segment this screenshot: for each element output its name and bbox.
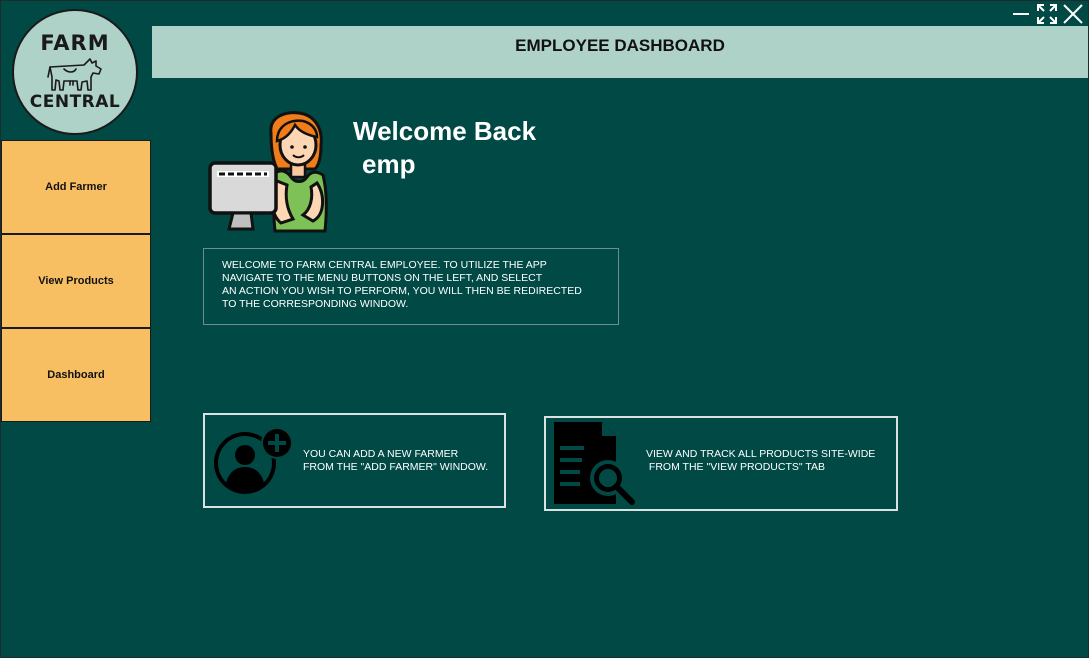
minimize-icon[interactable] xyxy=(1010,3,1032,25)
card-line: YOU CAN ADD A NEW FARMER xyxy=(303,448,459,460)
welcome-username: emp xyxy=(362,149,416,179)
logo-text-central: CENTRAL xyxy=(29,92,121,112)
instructions-panel: WELCOME TO FARM CENTRAL EMPLOYEE. TO UTI… xyxy=(203,248,619,325)
view-products-card-text: VIEW AND TRACK ALL PRODUCTS SITE-WIDE FR… xyxy=(646,448,875,474)
instruction-line: TO THE CORRESPONDING WINDOW. xyxy=(222,298,409,310)
instruction-line: AN ACTION YOU WISH TO PERFORM, YOU WILL … xyxy=(222,285,582,297)
logo-text-farm: FARM xyxy=(40,31,110,55)
add-farmer-card-text: YOU CAN ADD A NEW FARMER FROM THE "ADD F… xyxy=(303,448,488,474)
add-farmer-card[interactable]: YOU CAN ADD A NEW FARMER FROM THE "ADD F… xyxy=(203,413,506,508)
window-controls xyxy=(1010,3,1084,25)
cow-icon xyxy=(47,58,102,91)
welcome-greeting: Welcome Back xyxy=(353,116,537,146)
card-line: FROM THE "ADD FARMER" WINDOW. xyxy=(303,461,489,473)
view-products-card[interactable]: VIEW AND TRACK ALL PRODUCTS SITE-WIDE FR… xyxy=(544,416,898,511)
card-line: VIEW AND TRACK ALL PRODUCTS SITE-WIDE xyxy=(646,448,876,460)
sidebar-item-view-products[interactable]: View Products xyxy=(1,234,151,328)
header-bar: EMPLOYEE DASHBOARD xyxy=(152,26,1088,78)
app-window: FARM CENTRAL Add Farmer View Products Da… xyxy=(0,0,1089,658)
close-icon[interactable] xyxy=(1062,3,1084,25)
card-line: FROM THE "VIEW PRODUCTS" TAB xyxy=(646,461,825,473)
sidebar: Add Farmer View Products Dashboard xyxy=(1,140,151,422)
document-search-icon xyxy=(550,420,638,511)
welcome-heading: Welcome Back emp xyxy=(353,115,536,181)
maximize-icon[interactable] xyxy=(1036,3,1058,25)
farm-central-logo: FARM CENTRAL xyxy=(12,9,138,135)
page-title: EMPLOYEE DASHBOARD xyxy=(515,36,725,55)
instruction-line: NAVIGATE TO THE MENU BUTTONS ON THE LEFT… xyxy=(222,272,543,284)
employee-avatar xyxy=(207,111,331,233)
instruction-line: WELCOME TO FARM CENTRAL EMPLOYEE. TO UTI… xyxy=(222,259,547,271)
sidebar-item-add-farmer[interactable]: Add Farmer xyxy=(1,140,151,234)
add-user-icon xyxy=(211,425,295,502)
sidebar-item-dashboard[interactable]: Dashboard xyxy=(1,328,151,422)
